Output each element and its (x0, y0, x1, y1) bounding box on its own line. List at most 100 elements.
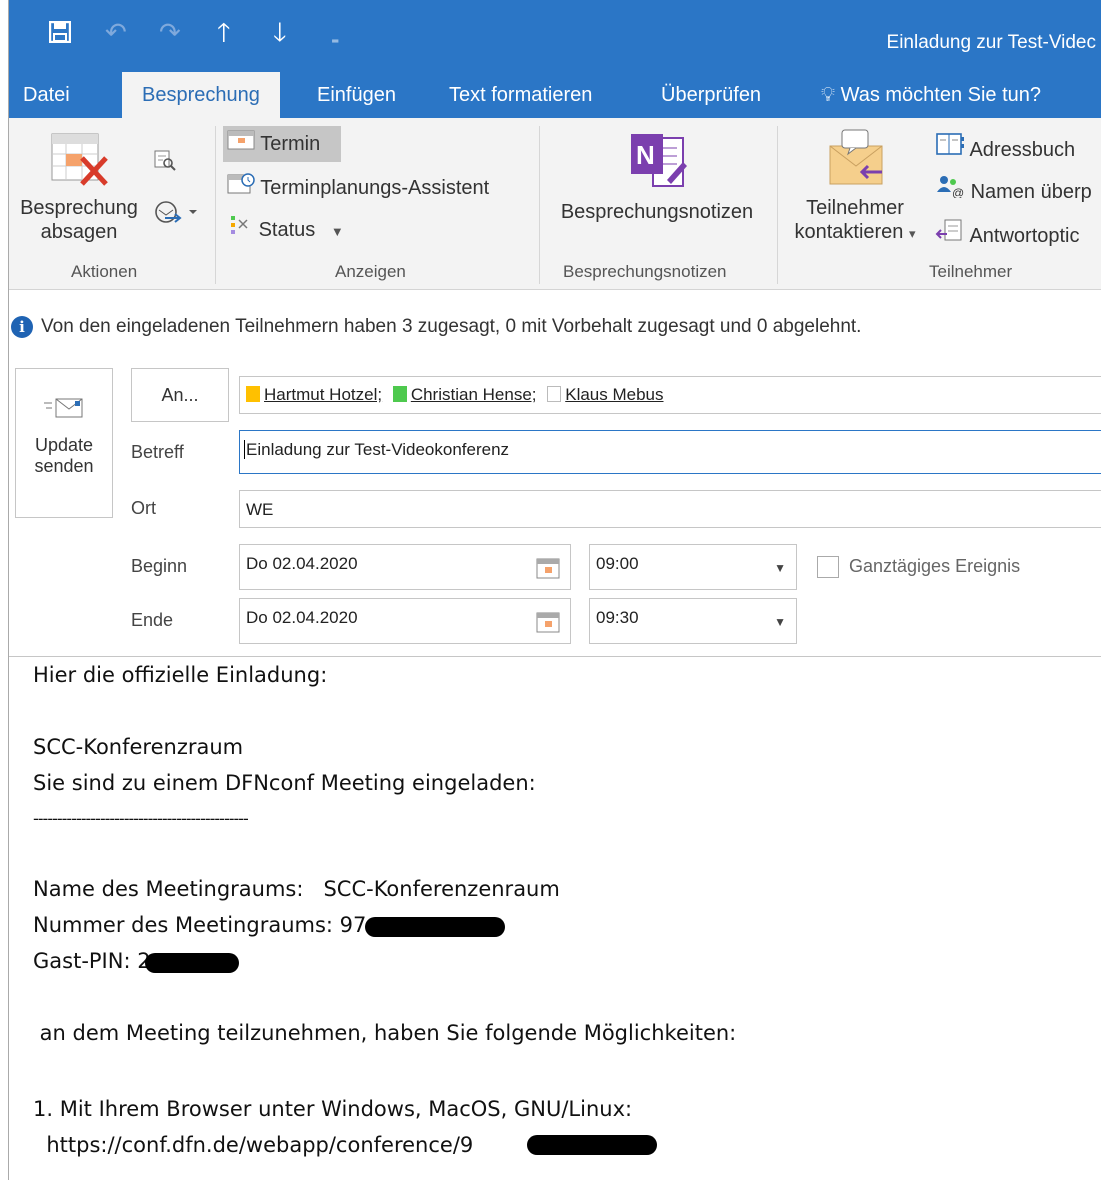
chevron-down-icon: ▼ (330, 224, 344, 239)
status-label: Status (258, 219, 316, 241)
message-body[interactable]: Hier die offizielle Einladung: SCC-Konfe… (9, 656, 1101, 1180)
tab-text-formatieren[interactable]: Text formatieren (449, 84, 592, 107)
cancel-meeting-button[interactable]: Besprechung absagen (11, 130, 147, 244)
ribbon: Besprechung absagen Aktionen Termin Term… (9, 118, 1101, 290)
tab-einfuegen[interactable]: Einfügen (317, 84, 396, 107)
termin-button[interactable]: Termin (223, 126, 341, 162)
tell-me-box[interactable]: 💡︎ Was möchten Sie tun? (821, 84, 1041, 107)
response-options-icon (935, 219, 969, 247)
attendee-name[interactable]: Christian Hense; (411, 385, 537, 404)
address-book-button[interactable]: Adressbuch (935, 132, 1075, 162)
group-label-besprechungsnotizen: Besprechungsnotizen (563, 262, 727, 281)
body-line: ----------------------------------------… (33, 809, 249, 828)
body-line: SCC-Konferenzraum (33, 735, 244, 759)
redaction-mark (527, 1135, 657, 1155)
tell-me-label: Was möchten Sie tun? (840, 84, 1042, 106)
body-line: Sie sind zu einem DFNconf Meeting eingel… (33, 771, 536, 795)
body-line: Nummer des Meetingraums: 97 (33, 913, 367, 937)
info-text: Von den eingeladenen Teilnehmern haben 3… (41, 316, 862, 337)
forward-preview-icon[interactable] (153, 148, 177, 178)
body-line: an dem Meeting teilzunehmen, haben Sie f… (33, 1021, 737, 1045)
attendee-status-icon (246, 386, 260, 402)
contact-attendees-line2: kontaktieren (794, 221, 904, 243)
calendar-picker-icon[interactable] (536, 555, 560, 589)
tab-besprechung[interactable]: Besprechung (122, 72, 280, 118)
group-label-teilnehmer: Teilnehmer (929, 262, 1013, 281)
group-label-anzeigen: Anzeigen (335, 262, 406, 281)
end-time-value: 09:30 (596, 608, 639, 627)
attendee-name[interactable]: Hartmut Hotzel; (264, 385, 382, 404)
scheduling-assistant-label: Terminplanungs-Assistent (260, 177, 490, 199)
chevron-down-icon[interactable]: ▼ (774, 549, 786, 587)
svg-text:@: @ (952, 186, 964, 198)
location-label: Ort (131, 498, 156, 518)
cancel-calendar-icon (51, 133, 108, 186)
start-date-value: Do 02.04.2020 (246, 554, 358, 573)
info-icon: i (11, 316, 33, 338)
onenote-icon: N (631, 134, 687, 187)
all-day-label: Ganztägiges Ereignis (849, 556, 1021, 576)
meeting-window: ↶ ↷ 🡑 🡓 ₌ Einladung zur Test-Videc Datei… (8, 0, 1101, 1180)
attendee-name[interactable]: Klaus Mebus (565, 385, 663, 404)
address-book-label: Adressbuch (969, 139, 1076, 161)
end-label: Ende (131, 610, 174, 630)
scheduling-assistant-icon (227, 173, 260, 199)
calendar-picker-icon[interactable] (536, 609, 560, 643)
end-date-value: Do 02.04.2020 (246, 608, 358, 627)
start-time-value: 09:00 (596, 554, 639, 573)
subject-field[interactable]: Einladung zur Test-Videokonferenz (239, 430, 1101, 474)
meeting-notes-button[interactable]: N Besprechungsnotizen (545, 130, 769, 224)
group-label-aktionen: Aktionen (71, 262, 138, 281)
address-book-icon (935, 133, 969, 161)
chevron-down-icon: ▾ (909, 226, 916, 241)
send-update-line1: Update (34, 435, 94, 455)
undo-icon[interactable]: ↶ (105, 18, 127, 46)
body-line: Gast-PIN: 2 (33, 949, 151, 973)
ribbon-separator (539, 126, 540, 284)
termin-label: Termin (260, 133, 321, 155)
chevron-down-icon[interactable]: ▼ (774, 603, 786, 641)
redaction-mark (365, 917, 505, 937)
forward-dropdown-icon[interactable] (153, 198, 197, 232)
tab-ueberpruefen[interactable]: Überprüfen (661, 84, 761, 107)
contact-attendees-icon (829, 129, 883, 185)
subject-label: Betreff (131, 442, 184, 462)
redo-icon[interactable]: ↷ (159, 18, 181, 46)
ribbon-separator (777, 126, 778, 284)
ribbon-separator (215, 126, 216, 284)
end-time-field[interactable]: 09:30 ▼ (589, 598, 797, 644)
to-field[interactable]: Hartmut Hotzel; Christian Hense; Klaus M… (239, 376, 1101, 414)
body-line: Hier die offizielle Einladung: (33, 663, 328, 687)
check-names-label: Namen überp (970, 181, 1092, 203)
start-label: Beginn (131, 556, 188, 576)
title-bar: ↶ ↷ 🡑 🡓 ₌ Einladung zur Test-Videc (9, 0, 1101, 72)
body-line: Name des Meetingraums: SCC-Konferenzenra… (33, 877, 560, 901)
check-names-button[interactable]: @ Namen überp (935, 174, 1092, 204)
response-options-label: Antwortoptic (969, 225, 1080, 247)
next-item-icon[interactable]: 🡓 (273, 18, 287, 46)
tab-datei[interactable]: Datei (23, 84, 70, 107)
contact-attendees-line1: Teilnehmer (806, 197, 904, 219)
save-icon[interactable] (48, 20, 72, 48)
location-field[interactable]: WE (239, 490, 1101, 528)
attendee-status-icon (547, 386, 562, 402)
meeting-notes-label: Besprechungsnotizen (560, 201, 754, 223)
subject-text: Einladung zur Test-Videokonferenz (244, 440, 510, 459)
previous-item-icon[interactable]: 🡑 (217, 18, 231, 46)
start-date-field[interactable]: Do 02.04.2020 (239, 544, 571, 590)
to-button[interactable]: An... (131, 368, 229, 422)
end-date-field[interactable]: Do 02.04.2020 (239, 598, 571, 644)
cancel-meeting-line2: absagen (40, 221, 118, 243)
scheduling-assistant-button[interactable]: Terminplanungs-Assistent (227, 172, 489, 200)
body-link[interactable]: https://conf.dfn.de/webapp/conference/9 (33, 1127, 473, 1163)
status-dropdown[interactable]: Status ▼ (227, 214, 344, 244)
send-update-line2: senden (34, 456, 94, 476)
send-update-button[interactable]: Update senden (15, 368, 113, 518)
contact-attendees-button[interactable]: Teilnehmer kontaktieren ▾ (781, 128, 929, 246)
all-day-checkbox[interactable] (817, 556, 839, 578)
lightbulb-icon: 💡︎ (821, 84, 835, 106)
attendee-status-icon (392, 386, 407, 402)
response-options-button[interactable]: Antwortoptic (935, 218, 1080, 248)
start-time-field[interactable]: 09:00 ▼ (589, 544, 797, 590)
customize-toolbar-icon[interactable]: ₌ (331, 26, 339, 54)
